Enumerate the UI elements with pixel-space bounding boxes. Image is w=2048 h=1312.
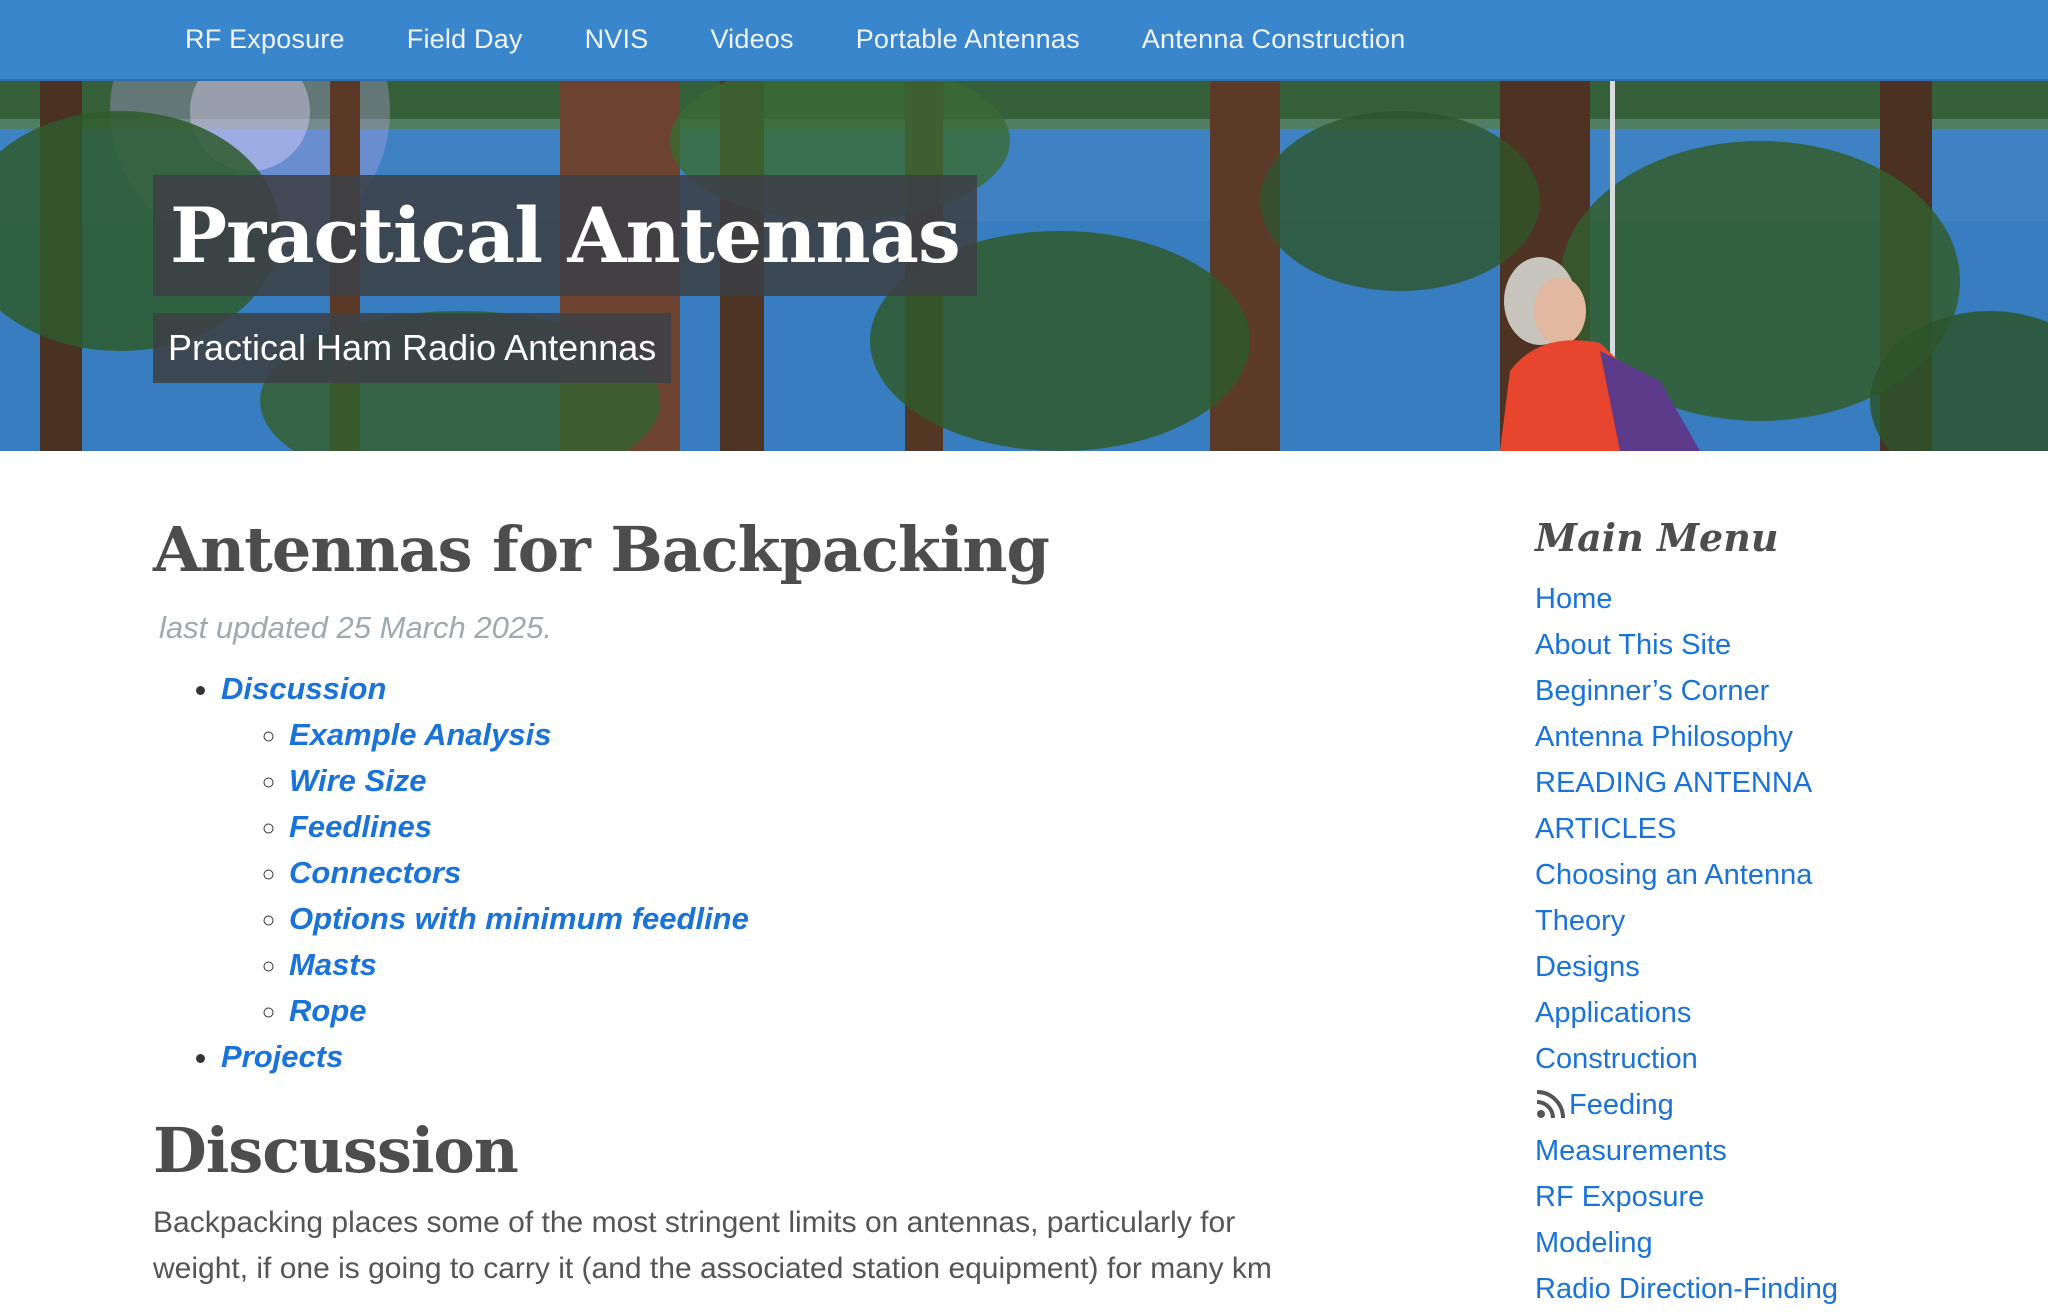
sidebar-item-reading-antenna[interactable]: READING ANTENNA — [1535, 767, 1812, 799]
toc-link-rope[interactable]: Rope — [289, 993, 367, 1028]
header-banner: Practical Antennas Practical Ham Radio A… — [0, 81, 2048, 451]
sidebar-heading: Main Menu — [1535, 515, 1779, 560]
sidebar-item-about[interactable]: About This Site — [1535, 629, 1731, 661]
page-title: Antennas for Backpacking — [153, 513, 1050, 586]
toc-item: Projects — [221, 1034, 1353, 1080]
toc-subitem: Masts — [289, 942, 1353, 988]
toc-link-feedlines[interactable]: Feedlines — [289, 809, 432, 844]
sidebar-item-home[interactable]: Home — [1535, 583, 1612, 615]
sidebar-main-menu: Main Menu Home About This Site Beginner’… — [1535, 508, 2005, 1312]
sidebar-item-modeling[interactable]: Modeling — [1535, 1227, 1653, 1259]
toc-subitem: Options with minimum feedline — [289, 896, 1353, 942]
intro-line-1: Backpacking places some of the most stri… — [153, 1206, 1236, 1239]
toc-subitem: Example Analysis — [289, 712, 1353, 758]
top-navigation: RF Exposure Field Day NVIS Videos Portab… — [0, 0, 2048, 81]
toc-subitem: Wire Size — [289, 758, 1353, 804]
top-nav-list: RF Exposure Field Day NVIS Videos Portab… — [154, 0, 1436, 79]
sidebar-item-beginners-corner[interactable]: Beginner’s Corner — [1535, 675, 1769, 707]
sidebar-item-antenna-philosophy[interactable]: Antenna Philosophy — [1535, 721, 1793, 753]
toc-subitem: Rope — [289, 988, 1353, 1034]
toc-link-projects[interactable]: Projects — [221, 1039, 343, 1074]
nav-link-videos[interactable]: Videos — [710, 24, 793, 54]
table-of-contents: Discussion Example Analysis Wire Size Fe… — [153, 666, 1353, 1080]
site-tagline-box: Practical Ham Radio Antennas — [153, 313, 672, 383]
sidebar-item-construction[interactable]: Construction — [1535, 1043, 1698, 1075]
sidebar-item-radio-direction-finding[interactable]: Radio Direction-Finding — [1535, 1273, 1838, 1305]
intro-line-2: weight, if one is going to carry it (and… — [153, 1252, 1272, 1285]
sidebar-item-rf-exposure[interactable]: RF Exposure — [1535, 1181, 1704, 1213]
nav-link-portable-antennas[interactable]: Portable Antennas — [856, 24, 1080, 54]
sidebar-item-measurements[interactable]: Measurements — [1535, 1135, 1727, 1167]
nav-link-nvis[interactable]: NVIS — [585, 24, 649, 54]
sidebar-menu-list: Home About This Site Beginner’s Corner A… — [1535, 576, 2005, 1312]
nav-link-rf-exposure[interactable]: RF Exposure — [185, 24, 345, 54]
toc-link-example-analysis[interactable]: Example Analysis — [289, 717, 552, 752]
sidebar-item-feeding[interactable]: Feeding — [1569, 1089, 1674, 1121]
sidebar-item-choosing-antenna[interactable]: Choosing an Antenna — [1535, 859, 1812, 891]
rss-icon[interactable] — [1535, 1088, 1567, 1120]
toc-link-connectors[interactable]: Connectors — [289, 855, 461, 890]
nav-link-field-day[interactable]: Field Day — [407, 24, 523, 54]
toc-link-options-minimum-feedline[interactable]: Options with minimum feedline — [289, 901, 749, 936]
toc-link-masts[interactable]: Masts — [289, 947, 377, 982]
sidebar-item-designs[interactable]: Designs — [1535, 951, 1640, 983]
site-title-box: Practical Antennas — [153, 175, 977, 296]
site-tagline: Practical Ham Radio Antennas — [168, 327, 657, 368]
toc-item: Discussion Example Analysis Wire Size Fe… — [221, 666, 1353, 1034]
sidebar-item-applications[interactable]: Applications — [1535, 997, 1691, 1029]
last-updated-text: last updated 25 March 2025. — [159, 610, 552, 645]
site-title[interactable]: Practical Antennas — [170, 191, 961, 280]
section-title-discussion: Discussion — [153, 1114, 519, 1187]
nav-link-antenna-construction[interactable]: Antenna Construction — [1142, 24, 1406, 54]
sidebar-item-theory[interactable]: Theory — [1535, 905, 1625, 937]
sidebar-item-articles[interactable]: ARTICLES — [1535, 813, 1676, 845]
intro-paragraph: Backpacking places some of the most stri… — [153, 1200, 1353, 1292]
toc-subitem: Connectors — [289, 850, 1353, 896]
toc-link-wire-size[interactable]: Wire Size — [289, 763, 427, 798]
main-content: Antennas for Backpacking last updated 25… — [153, 500, 1353, 1292]
toc-link-discussion[interactable]: Discussion — [221, 671, 386, 706]
toc-subitem: Feedlines — [289, 804, 1353, 850]
toc-sublist: Example Analysis Wire Size Feedlines Con… — [221, 712, 1353, 1034]
